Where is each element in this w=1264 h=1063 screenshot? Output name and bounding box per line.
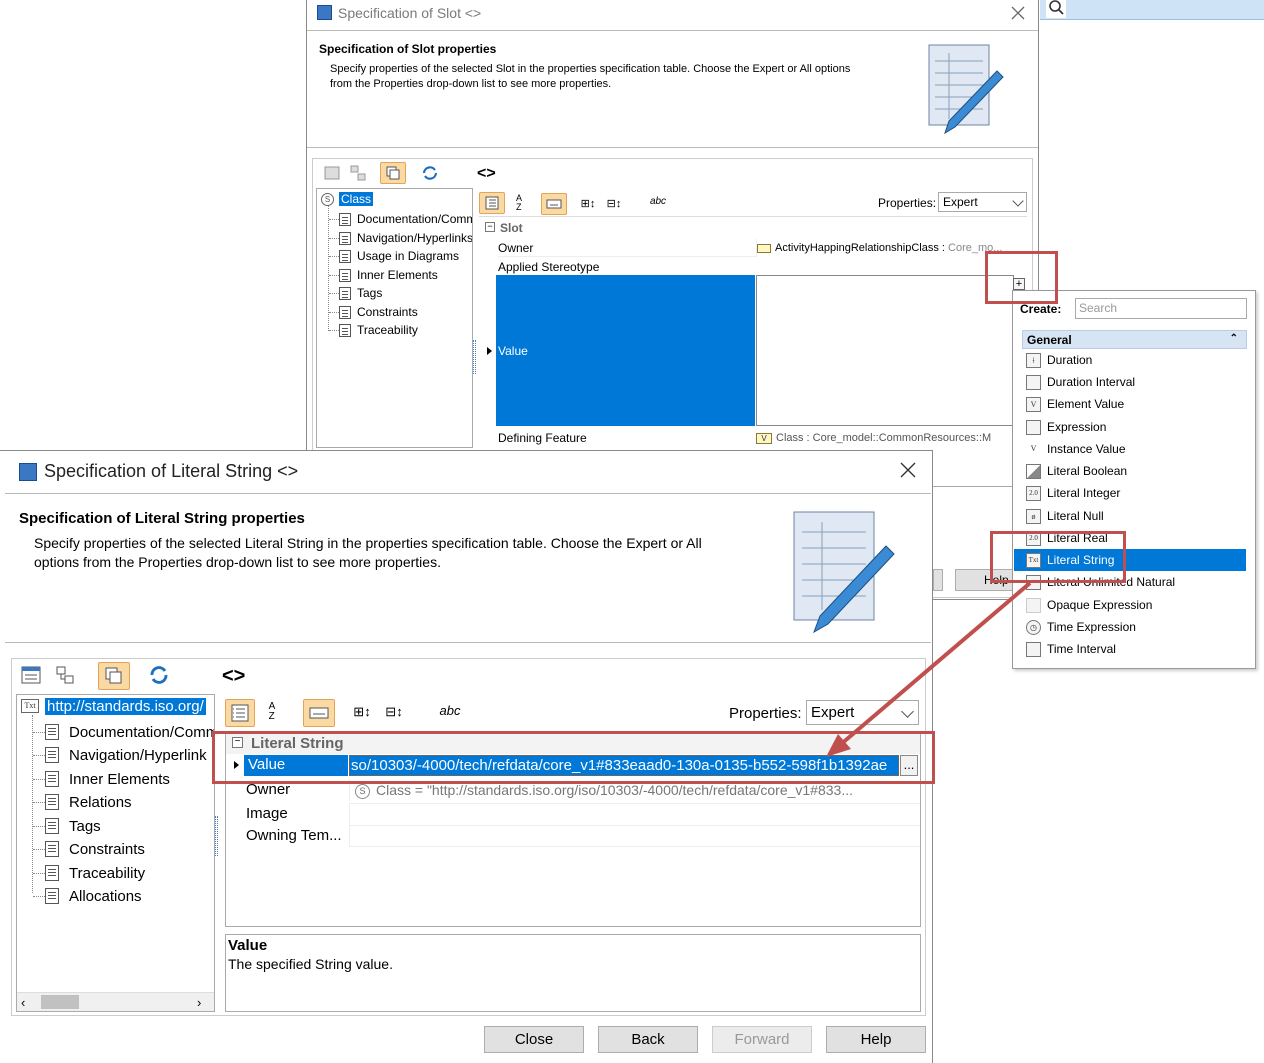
annotation-arrow: [826, 581, 1032, 757]
